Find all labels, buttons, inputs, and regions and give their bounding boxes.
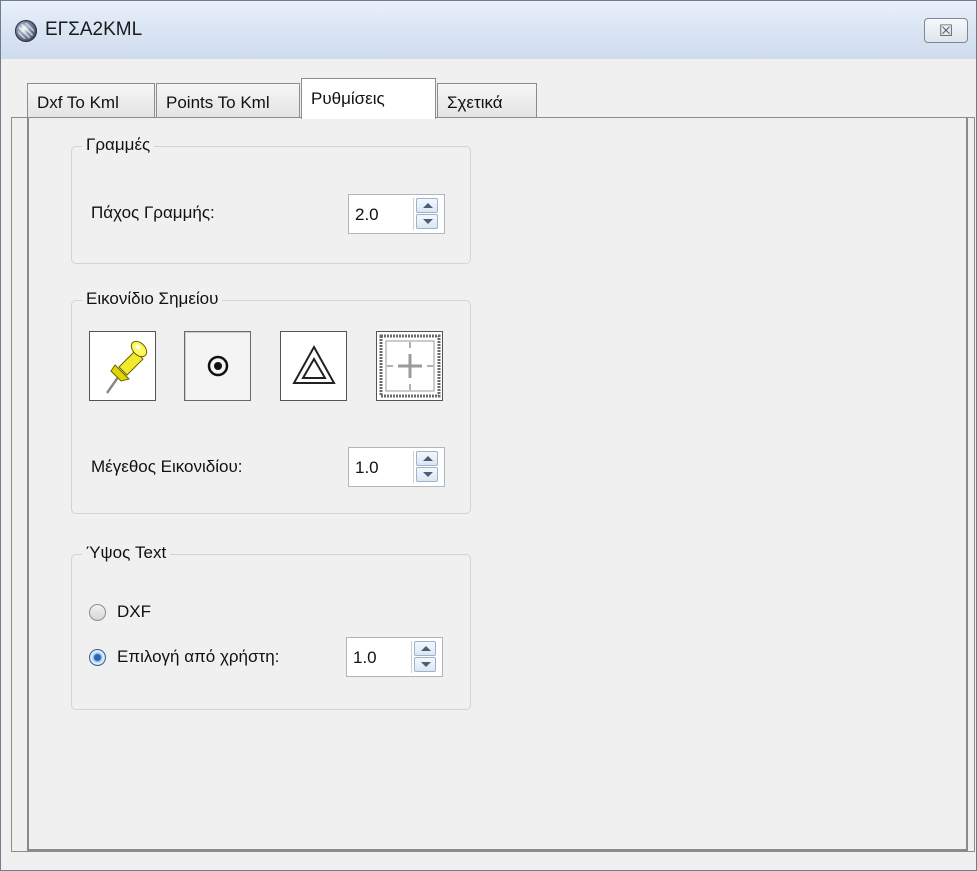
spin-up-button[interactable] — [416, 451, 438, 466]
triangle-icon-button[interactable] — [280, 331, 347, 401]
line-thickness-label: Πάχος Γραμμής: — [91, 203, 215, 222]
tab-about[interactable]: Σχετικά — [437, 83, 537, 117]
spinner-buttons — [413, 451, 441, 483]
spinner-buttons — [413, 198, 441, 230]
window-title: ΕΓΣΑ2KML — [45, 19, 143, 40]
radio-dxf[interactable] — [89, 604, 106, 621]
arrow-down-icon — [423, 472, 433, 477]
triangle-icon — [291, 344, 336, 384]
radio-user-choice-label[interactable]: Επιλογή από χρήστη: — [117, 647, 279, 667]
settings-tab-page: Γραμμές Πάχος Γραμμής: 2.0 Εικονίδιο Σημ… — [11, 117, 975, 852]
arrow-up-icon — [423, 456, 433, 461]
radio-dxf-label[interactable]: DXF — [117, 602, 151, 622]
crosshair-icon-button[interactable] — [376, 331, 443, 401]
point-icon-group-title: Εικονίδιο Σημείου — [82, 289, 223, 309]
icon-size-spinner[interactable]: 1.0 — [348, 447, 445, 487]
tab-dxf-to-kml[interactable]: Dxf To Kml — [27, 83, 155, 117]
text-height-group-title: Ύψος Text — [82, 543, 171, 563]
close-icon: ☒ — [938, 22, 954, 40]
close-button[interactable]: ☒ — [924, 18, 968, 43]
icon-size-value: 1.0 — [355, 458, 379, 477]
arrow-up-icon — [423, 203, 433, 208]
spin-up-button[interactable] — [414, 641, 436, 656]
text-height-value: 1.0 — [353, 648, 377, 667]
tab-points-to-kml[interactable]: Points To Kml — [156, 83, 300, 117]
spin-up-button[interactable] — [416, 198, 438, 213]
radio-user-choice[interactable] — [89, 649, 106, 666]
pushpin-icon — [105, 340, 147, 394]
arrow-down-icon — [421, 662, 431, 667]
target-dot-icon-button[interactable] — [184, 331, 251, 401]
spin-down-button[interactable] — [416, 467, 438, 482]
spinner-buttons — [411, 641, 439, 673]
arrow-up-icon — [421, 646, 431, 651]
lines-group-title: Γραμμές — [82, 135, 155, 155]
target-dot-icon — [207, 355, 228, 377]
line-thickness-spinner[interactable]: 2.0 — [348, 194, 445, 234]
globe-app-icon — [15, 20, 37, 42]
title-bar: ΕΓΣΑ2KML ☒ — [1, 1, 976, 59]
text-height-spinner[interactable]: 1.0 — [346, 637, 443, 677]
icon-size-label: Μέγεθος Εικονιδίου: — [91, 457, 243, 476]
pushpin-icon-button[interactable] — [89, 331, 156, 401]
spin-down-button[interactable] — [416, 214, 438, 229]
tab-settings[interactable]: Ρυθμίσεις — [301, 78, 436, 119]
spin-down-button[interactable] — [414, 657, 436, 672]
main-window: ΕΓΣΑ2KML ☒ Dxf To Kml Points To Kml Ρυθμ… — [0, 0, 977, 871]
crosshair-icon — [379, 334, 440, 398]
text-height-groupbox: Ύψος Text DXF Επιλογή από χρήστη: 1.0 — [71, 543, 471, 710]
line-thickness-value: 2.0 — [355, 205, 379, 224]
arrow-down-icon — [423, 219, 433, 224]
point-icon-groupbox: Εικονίδιο Σημείου Μέγεθος Εικονιδίου: 1.… — [71, 289, 471, 514]
lines-groupbox: Γραμμές Πάχος Γραμμής: 2.0 — [71, 135, 471, 264]
